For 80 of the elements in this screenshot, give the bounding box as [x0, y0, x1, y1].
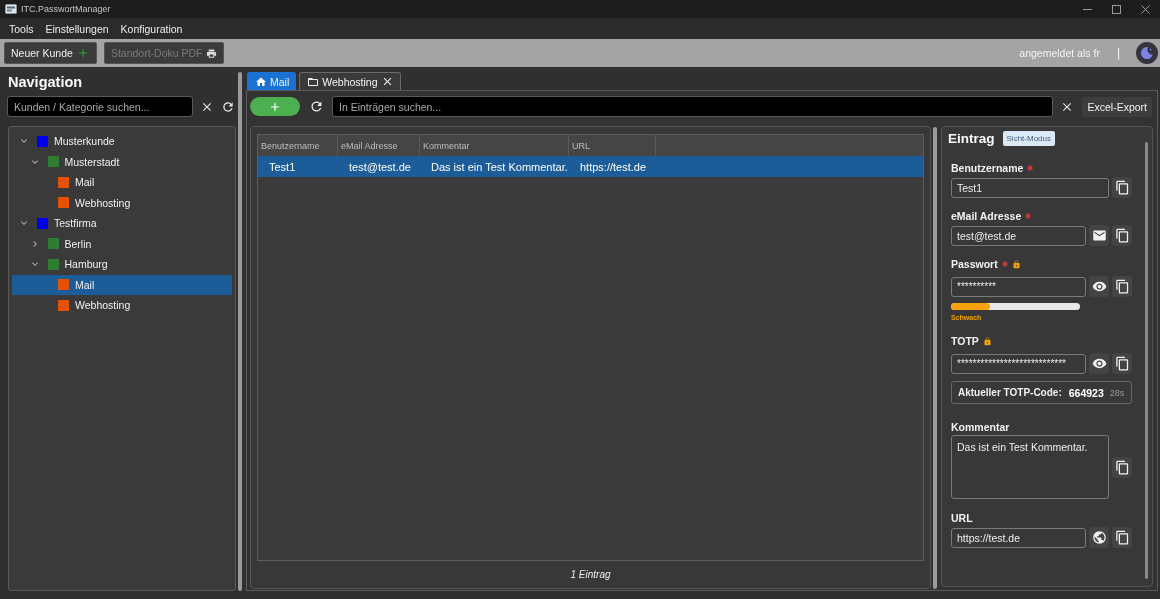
- tree-item[interactable]: Berlin: [12, 233, 232, 254]
- copy-button[interactable]: [1112, 276, 1132, 297]
- theme-toggle-button[interactable]: [1136, 42, 1158, 64]
- folder-icon: [307, 75, 320, 88]
- export-button[interactable]: Excel-Export: [1082, 96, 1152, 117]
- field-label: eMail Adresse: [951, 210, 1022, 222]
- search-field[interactable]: Kunden / Kategorie suchen...: [7, 96, 193, 117]
- tree-item[interactable]: Mail: [12, 172, 232, 193]
- search-field[interactable]: In Einträgen suchen...: [332, 96, 1054, 117]
- totp-code: 664923: [1068, 386, 1104, 399]
- text-field[interactable]: test@test.de: [951, 225, 1086, 246]
- table-cell-text: Test1: [268, 159, 297, 175]
- open-url-button[interactable]: [1089, 527, 1109, 548]
- tab[interactable]: Webhosting: [299, 72, 401, 90]
- copy-button[interactable]: [1112, 225, 1132, 246]
- copy-icon: [1114, 180, 1130, 195]
- menu-item[interactable]: Tools: [3, 22, 40, 35]
- window-title: ITC.PasswortManager: [21, 4, 111, 14]
- table-cell-text: Das ist ein Test Kommentar.: [430, 159, 569, 175]
- menu-item[interactable]: Einstellungen: [39, 22, 115, 35]
- tree-item[interactable]: Mail: [12, 274, 232, 295]
- envelope-icon: [1091, 228, 1107, 243]
- text-field[interactable]: Test1: [951, 177, 1109, 198]
- field-label: Kommentar: [951, 421, 1010, 433]
- tab[interactable]: Mail: [247, 72, 297, 90]
- user-label: angemeldet als fr: [1019, 47, 1100, 59]
- tree-item[interactable]: Musterstadt: [12, 151, 232, 172]
- scrollbar[interactable]: [1145, 142, 1148, 579]
- field-label: TOTP: [951, 335, 979, 347]
- copy-button[interactable]: [1112, 456, 1132, 478]
- tree-item[interactable]: Testfirma: [12, 213, 232, 234]
- show-password-button[interactable]: [1089, 353, 1109, 374]
- show-password-button[interactable]: [1089, 276, 1109, 297]
- field-label: Passwort: [951, 258, 998, 270]
- panel-title: Eintrag: [948, 130, 995, 146]
- eye-icon: [1091, 279, 1107, 294]
- mode-badge: Sicht-Modus: [1002, 130, 1055, 146]
- app-icon: [5, 4, 17, 14]
- refresh-button[interactable]: [221, 99, 235, 114]
- refresh-icon: [309, 99, 324, 114]
- maximize-icon: [1112, 4, 1121, 14]
- field-label: URL: [951, 512, 973, 524]
- copy-button[interactable]: [1112, 177, 1132, 198]
- password-field[interactable]: ****************************: [951, 353, 1086, 374]
- refresh-button[interactable]: [309, 99, 324, 114]
- copy-icon: [1114, 530, 1130, 545]
- tree-item[interactable]: Webhosting: [12, 192, 232, 213]
- table-cell-text: https://test.de: [579, 159, 648, 175]
- copy-button[interactable]: [1112, 527, 1132, 548]
- minimize-icon: [1083, 8, 1092, 10]
- copy-icon: [1114, 356, 1130, 371]
- copy-icon: [1114, 279, 1130, 294]
- table-row[interactable]: Test1 test@test.de Das ist ein Test Kommentar. https://test.de: [258, 156, 923, 177]
- close-icon: [1141, 4, 1150, 14]
- home-icon: [255, 75, 267, 88]
- entry-count: 1 Eintrag: [570, 569, 611, 580]
- panel-title: Navigation: [8, 73, 84, 91]
- tree-item[interactable]: Musterkunde: [12, 131, 232, 152]
- refresh-icon: [221, 99, 235, 114]
- copy-button[interactable]: [1112, 353, 1132, 374]
- totp-code-label: Aktueller TOTP-Code:: [958, 387, 1062, 398]
- mail-button[interactable]: [1089, 225, 1109, 246]
- separator: |: [1116, 46, 1120, 60]
- password-field[interactable]: **********: [951, 276, 1086, 297]
- comment-field[interactable]: Das ist ein Test Kommentar.: [951, 435, 1109, 499]
- globe-icon: [1091, 530, 1107, 545]
- copy-icon: [1114, 459, 1130, 475]
- menu-item[interactable]: Konfiguration: [114, 22, 189, 35]
- tree-item[interactable]: Webhosting: [12, 295, 232, 316]
- moon-icon: [1140, 46, 1154, 60]
- copy-icon: [1114, 228, 1130, 243]
- printer-icon: [205, 47, 217, 59]
- text-field[interactable]: https://test.de: [951, 527, 1086, 548]
- table-cell-text: test@test.de: [348, 159, 412, 175]
- field-label: Benutzername: [951, 162, 1024, 174]
- tree-item[interactable]: Hamburg: [12, 254, 232, 275]
- toolbar-button[interactable]: Neuer Kunde: [4, 42, 97, 64]
- eye-icon: [1091, 356, 1107, 371]
- totp-countdown: 28s: [1109, 387, 1125, 398]
- add-button[interactable]: [250, 97, 300, 116]
